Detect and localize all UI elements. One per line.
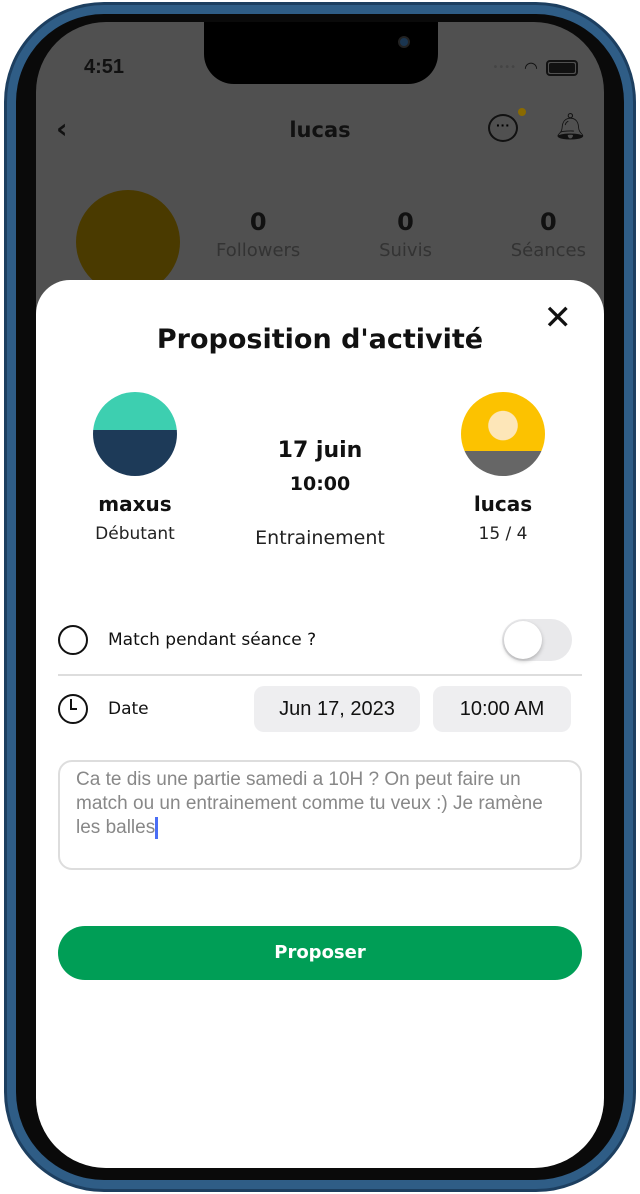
date-picker[interactable]: Jun 17, 2023 (254, 686, 420, 732)
match-toggle[interactable] (502, 619, 572, 661)
clock-icon (58, 694, 88, 724)
match-label: Match pendant séance ? (108, 630, 317, 650)
right-user: lucas 15 / 4 (438, 392, 568, 544)
stat-seances[interactable]: 0 Séances (511, 208, 586, 261)
message-input[interactable]: Ca te dis une partie samedi a 10H ? On p… (58, 760, 582, 870)
activity-date: 17 juin (277, 438, 363, 463)
stat-value: 0 (249, 208, 267, 236)
stat-label: Suivis (379, 240, 432, 261)
stat-followers[interactable]: 0 Followers (216, 208, 300, 261)
user-level: Débutant (95, 524, 175, 544)
match-row: Match pendant séance ? (58, 618, 582, 662)
battery-icon (546, 59, 578, 76)
profile-avatar (76, 190, 180, 294)
propose-button[interactable]: Proposer (58, 926, 582, 980)
activity-summary: 17 juin 10:00 Entrainement (220, 438, 420, 549)
user-name: maxus (98, 492, 172, 516)
divider (58, 674, 582, 676)
notification-dot (518, 108, 526, 116)
left-user: maxus Débutant (70, 392, 200, 544)
status-time: 4:51 (84, 56, 125, 78)
notch (204, 22, 438, 84)
tennis-ball-icon (58, 625, 88, 655)
avatar (93, 392, 177, 476)
time-picker[interactable]: 10:00 AM (433, 686, 571, 732)
status-icons: •••• ◠ (492, 58, 578, 77)
profile-header: ‹ lucas ··· 🔔︎ (36, 108, 604, 152)
activity-proposal-sheet: ✕ Proposition d'activité maxus Débutant … (36, 280, 604, 1168)
avatar (461, 392, 545, 476)
wifi-icon: ◠ (524, 58, 538, 77)
activity-kind: Entrainement (255, 527, 385, 549)
user-name: lucas (473, 492, 533, 516)
user-level: 15 / 4 (478, 524, 528, 544)
modal-title: Proposition d'activité (156, 324, 484, 355)
stat-value: 0 (540, 208, 557, 236)
stat-label: Séances (510, 240, 586, 261)
date-label: Date (108, 699, 149, 719)
stat-label: Followers (216, 240, 301, 261)
signal-icon: •••• (492, 62, 517, 73)
header-title: lucas (289, 118, 351, 142)
camera (398, 36, 410, 48)
activity-time: 10:00 (289, 473, 351, 495)
message-text: Ca te dis une partie samedi a 10H ? On p… (76, 769, 543, 838)
screen: 4:51 •••• ◠ ‹ lucas ··· 🔔︎ 0 Followers 0 S… (36, 22, 604, 1168)
profile-stats: 0 Followers 0 Suivis 0 Séances (216, 208, 586, 261)
stat-value: 0 (397, 208, 414, 236)
chat-icon[interactable]: ··· (488, 114, 518, 142)
bell-icon[interactable]: 🔔︎ (554, 112, 587, 142)
stat-suivis[interactable]: 0 Suivis (379, 208, 432, 261)
text-caret (155, 816, 159, 839)
